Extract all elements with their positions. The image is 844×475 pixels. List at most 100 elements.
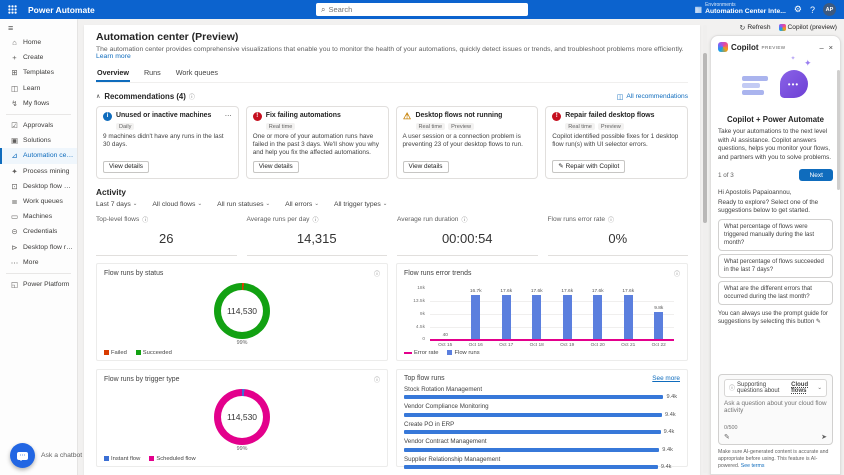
waffle-menu-icon[interactable] (8, 5, 24, 14)
top-flow-run-row[interactable]: Supplier Relationship Management 9.4k (404, 456, 680, 471)
minimize-icon[interactable]: – (819, 43, 823, 52)
next-button[interactable]: Next (799, 169, 833, 181)
sidebar-item-desktop-flow-runs[interactable]: ⊳Desktop flow runs (0, 239, 77, 254)
send-icon[interactable]: ➤ (821, 433, 827, 441)
tab-work-queues[interactable]: Work queues (175, 66, 219, 82)
app-title[interactable]: Power Automate (28, 5, 95, 15)
kpi-average-runs-per-day: Average runs per dayⓘ 14,315 (247, 215, 388, 256)
collapse-chevron-icon[interactable]: ∧ (96, 93, 100, 100)
filter-run-statuses[interactable]: All run statuses⌄ (217, 201, 270, 208)
main-content: Automation center (Preview) The automati… (78, 19, 708, 475)
help-icon[interactable]: ? (810, 5, 815, 15)
sidebar-item-credentials[interactable]: ⊝Credentials (0, 224, 77, 239)
filter-errors[interactable]: All errors⌄ (285, 201, 319, 208)
copilot-icon (718, 42, 728, 52)
copilot-toggle-button[interactable]: Copilot (preview) (779, 24, 837, 31)
top-flow-run-row[interactable]: Vendor Contract Management 9.4k (404, 438, 680, 453)
recommendations-header: Recommendations (4) (104, 92, 185, 101)
chart-top-flow-runs: Top flow runsSee more Stock Rotation Man… (396, 369, 688, 467)
view-details-button[interactable]: View details (253, 161, 299, 173)
sidebar-item-process-mining[interactable]: ✦Process mining (0, 164, 77, 179)
more-options-icon[interactable]: ⋯ (225, 112, 232, 120)
sidebar-item-machines[interactable]: ▭Machines (0, 209, 77, 224)
repair-with-copilot-button[interactable]: ✎Repair with Copilot (552, 160, 625, 173)
flow-runs-swatch (447, 350, 452, 355)
frequency-badge: Real time (266, 123, 296, 130)
chatbot-button[interactable]: ⋯ (10, 443, 35, 468)
succeeded-swatch (136, 350, 141, 355)
see-more-link[interactable]: See more (652, 375, 680, 382)
copilot-input-area: ⓘ Supporting questions about Cloud flows… (718, 374, 833, 445)
global-search[interactable]: ⌕ (316, 3, 528, 16)
learn-more-link[interactable]: Learn more (96, 53, 131, 60)
suggestion-chip[interactable]: What percentage of flows were triggered … (718, 219, 833, 251)
panel-scrollbar[interactable] (837, 70, 840, 190)
sidebar-item-home[interactable]: ⌂Home (0, 35, 77, 50)
error-trends-plot[interactable]: 18k 13.5k 9k 4.5k 0 40 16.7k 17.6k 17.6k… (430, 289, 674, 341)
scope-value: Cloud flows (791, 382, 815, 394)
nav-collapse-button[interactable]: ≡ (0, 21, 77, 35)
ai-disclaimer: Make sure AI-generated content is accura… (718, 449, 833, 470)
copilot-question-input[interactable] (724, 400, 827, 418)
top-flow-run-row[interactable]: Vendor Compliance Monitoring 9.4k (404, 403, 680, 418)
sparkle-icon: ✦ (790, 55, 795, 62)
preview-badge: PREVIEW (762, 45, 786, 50)
all-recommendations-link[interactable]: ◫ All recommendations (617, 93, 688, 101)
sidebar-item-solutions[interactable]: ▣Solutions (0, 133, 77, 148)
sidebar-item-my-flows[interactable]: ↯My flows (0, 96, 77, 111)
filter-trigger-types[interactable]: All trigger types⌄ (334, 201, 387, 208)
sidebar-item-more[interactable]: ⋯More (0, 255, 77, 270)
filter-cloud-flows[interactable]: All cloud flows⌄ (152, 201, 202, 208)
sidebar-item-work-queues[interactable]: ≣Work queues (0, 194, 77, 209)
recommendation-card-desktop-flows-not-running: ⚠ Desktop flows not running Real time Pr… (396, 106, 539, 179)
sidebar-item-learn[interactable]: ◫Learn (0, 81, 77, 96)
settings-gear-icon[interactable]: ⚙ (794, 4, 802, 15)
question-scope-selector[interactable]: ⓘ Supporting questions about Cloud flows… (724, 379, 827, 397)
sidebar-item-desktop-flow-activity[interactable]: ⊡Desktop flow activity (0, 179, 77, 194)
chart-flow-runs-by-trigger-type: Flow runs by trigger typeⓘ 114,530 99% I… (96, 369, 388, 467)
prompt-guide-icon: ✎ (816, 318, 821, 325)
view-details-button[interactable]: View details (103, 161, 149, 173)
tab-runs[interactable]: Runs (143, 66, 162, 82)
chart-flow-runs-by-status: Flow runs by statusⓘ 114,530 99% Failed … (96, 263, 388, 361)
sidebar-item-automation-center[interactable]: ⊿Automation center (previe... (0, 148, 77, 163)
info-icon: ⓘ (189, 92, 195, 101)
tab-overview[interactable]: Overview (96, 66, 130, 82)
refresh-button[interactable]: ↻Refresh (740, 24, 771, 32)
status-donut-chart[interactable]: 114,530 (214, 283, 270, 339)
kpi-average-run-duration: Average run durationⓘ 00:00:54 (397, 215, 538, 256)
home-icon: ⌂ (10, 38, 19, 47)
suggestion-chip[interactable]: What are the different errors that occur… (718, 281, 833, 305)
divider (6, 114, 71, 115)
close-icon[interactable]: × (829, 43, 833, 52)
copilot-icon (779, 24, 786, 31)
see-terms-link[interactable]: See terms (741, 463, 765, 469)
sidebar-item-approvals[interactable]: ☑Approvals (0, 118, 77, 133)
user-avatar[interactable]: AP (823, 3, 836, 16)
scrollbar-thumb[interactable] (703, 53, 707, 223)
info-icon: ⓘ (729, 383, 735, 392)
sidebar-item-create[interactable]: +Create (0, 50, 77, 65)
view-details-button[interactable]: View details (403, 161, 449, 173)
filter-time-range[interactable]: Last 7 days⌄ (96, 201, 137, 208)
trigger-type-donut-chart[interactable]: 114,530 (214, 389, 270, 445)
top-app-bar: Power Automate ⌕ ▦ Environments Automati… (0, 0, 844, 19)
recommendation-card-repair-desktop-flows: ! Repair failed desktop flows Real time … (545, 106, 688, 179)
top-flow-run-row[interactable]: Create PO in ERP 9.4k (404, 421, 680, 436)
main-scrollbar[interactable] (703, 25, 707, 473)
search-input[interactable] (328, 5, 523, 14)
work-queues-icon: ≣ (10, 197, 19, 206)
prompt-guide-icon[interactable]: ✎ (724, 433, 730, 441)
environment-picker[interactable]: ▦ Environments Automation Center Inte... (695, 2, 786, 16)
activity-filters: Last 7 days⌄ All cloud flows⌄ All run st… (96, 201, 688, 208)
suggestion-chip[interactable]: What percentage of flows succeeded in th… (718, 254, 833, 278)
copilot-prompt-intro: Ready to explore? Select one of the sugg… (718, 199, 833, 215)
info-icon: ⓘ (374, 375, 380, 384)
sidebar-item-power-platform[interactable]: ◱Power Platform (0, 277, 77, 292)
kpi-flow-runs-error-rate: Flow runs error rateⓘ 0% (548, 215, 689, 256)
divider (6, 273, 71, 274)
plus-icon: + (10, 53, 19, 62)
chart-flow-runs-error-trends: Flow runs error trendsⓘ 18k 13.5k 9k 4.5… (396, 263, 688, 361)
sidebar-item-templates[interactable]: ⊞Templates (0, 65, 77, 80)
top-flow-run-row[interactable]: Stock Rotation Management 9.4k (404, 386, 680, 401)
